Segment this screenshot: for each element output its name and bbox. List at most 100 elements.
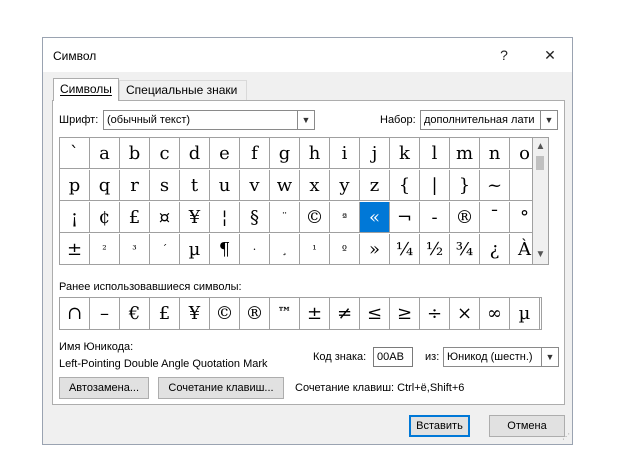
symbol-cell[interactable]: · (240, 234, 270, 265)
symbol-cell[interactable]: ¯ (480, 202, 510, 233)
symbol-cell[interactable]: h (300, 138, 330, 169)
recent-symbol-cell[interactable]: × (450, 298, 480, 329)
symbol-cell[interactable]: ¥ (180, 202, 210, 233)
symbol-cell[interactable]: ¤ (150, 202, 180, 233)
symbol-cell[interactable]: » (360, 234, 390, 265)
recent-symbol-cell[interactable]: – (90, 298, 120, 329)
grid-scrollbar[interactable]: ▲ ▼ (533, 137, 549, 265)
recent-symbol-cell[interactable]: ∞ (480, 298, 510, 329)
recent-symbol-cell[interactable]: ± (300, 298, 330, 329)
symbol-cell[interactable]: r (120, 170, 150, 201)
symbol-cell[interactable]: x (300, 170, 330, 201)
symbol-cell[interactable]: w (270, 170, 300, 201)
symbol-cell[interactable]: ¿ (480, 234, 510, 265)
symbol-cell[interactable]: q (90, 170, 120, 201)
symbol-cell[interactable]: ® (450, 202, 480, 233)
help-button[interactable]: ? (489, 42, 519, 68)
symbol-cell[interactable]: ª (330, 202, 360, 233)
symbol-cell[interactable]: ¹ (300, 234, 330, 265)
symbol-cell[interactable]: a (90, 138, 120, 169)
scroll-up-icon[interactable]: ▲ (533, 140, 548, 154)
symbol-cell[interactable]: ¢ (90, 202, 120, 233)
char-code-label: Код знака: (313, 351, 367, 363)
symbol-cell[interactable]: v (240, 170, 270, 201)
symbol-cell[interactable]: d (180, 138, 210, 169)
resize-grip-icon[interactable]: ⋰ (560, 432, 570, 442)
symbol-cell[interactable]: s (150, 170, 180, 201)
symbol-cell[interactable]: j (360, 138, 390, 169)
symbol-cell[interactable]: { (390, 170, 420, 201)
symbol-cell[interactable]: « (360, 202, 390, 233)
from-select[interactable]: Юникод (шестн.) ▼ (443, 347, 559, 367)
symbol-cell[interactable]: g (270, 138, 300, 169)
symbol-cell[interactable]: t (180, 170, 210, 201)
recent-symbol-cell[interactable]: ™ (270, 298, 300, 329)
recent-symbol-cell[interactable]: ∩ (60, 298, 90, 329)
recent-symbol-cell[interactable]: µ (510, 298, 540, 329)
symbol-cell[interactable]: u (210, 170, 240, 201)
symbol-cell[interactable]: £ (120, 202, 150, 233)
symbol-cell[interactable]: c (150, 138, 180, 169)
symbol-cell[interactable]: ½ (420, 234, 450, 265)
symbol-cell[interactable]: } (450, 170, 480, 201)
font-select[interactable]: (обычный текст) ▼ (103, 110, 315, 130)
symbol-cell[interactable]: i (330, 138, 360, 169)
symbol-cell[interactable]: ¶ (210, 234, 240, 265)
recent-symbol-cell[interactable]: € (120, 298, 150, 329)
symbol-cell[interactable]: ` (60, 138, 90, 169)
symbol-cell[interactable]: § (240, 202, 270, 233)
symbol-cell[interactable]: ¦ (210, 202, 240, 233)
symbol-cell[interactable]: µ (180, 234, 210, 265)
recent-symbol-cell[interactable]: ® (240, 298, 270, 329)
unicode-name-value: Left-Pointing Double Angle Quotation Mar… (59, 358, 268, 370)
symbol-cell[interactable]: ¸ (270, 234, 300, 265)
recent-symbol-cell[interactable]: ¥ (180, 298, 210, 329)
symbol-cell[interactable]: ¨ (270, 202, 300, 233)
cancel-button[interactable]: Отмена (489, 415, 565, 437)
shortcut-key-button[interactable]: Сочетание клавиш... (158, 377, 284, 399)
symbol-cell[interactable]: | (420, 170, 450, 201)
close-button[interactable]: ✕ (535, 42, 565, 68)
recent-symbol-cell[interactable]: £ (150, 298, 180, 329)
symbol-cell[interactable]: p (60, 170, 90, 201)
chevron-down-icon[interactable]: ▼ (541, 348, 558, 366)
symbol-cell[interactable]: f (240, 138, 270, 169)
tab-special-characters[interactable]: Специальные знаки (119, 80, 247, 100)
symbol-cell[interactable]: z (360, 170, 390, 201)
symbol-cell[interactable]: - (420, 202, 450, 233)
symbol-cell[interactable]: ´ (150, 234, 180, 265)
symbol-cell[interactable]: ³ (120, 234, 150, 265)
symbol-cell[interactable]: l (420, 138, 450, 169)
recent-symbol-cell[interactable]: ≥ (390, 298, 420, 329)
symbol-cell[interactable]: ¡ (60, 202, 90, 233)
symbol-cell[interactable]: ¾ (450, 234, 480, 265)
symbol-cell[interactable]: ~ (480, 170, 510, 201)
tab-symbols[interactable]: Символы (53, 78, 119, 101)
symbol-cell[interactable]: n (480, 138, 510, 169)
recent-symbol-cell[interactable]: © (210, 298, 240, 329)
symbol-cell[interactable]: y (330, 170, 360, 201)
char-code-input[interactable]: 00AB (373, 347, 413, 367)
recent-symbol-cell[interactable]: ≠ (330, 298, 360, 329)
insert-button[interactable]: Вставить (409, 415, 470, 437)
tab-symbols-label: Символы (60, 82, 112, 96)
symbol-cell[interactable]: b (120, 138, 150, 169)
symbol-cell[interactable]: © (300, 202, 330, 233)
symbol-cell[interactable]: k (390, 138, 420, 169)
symbol-cell[interactable]: ¬ (390, 202, 420, 233)
symbol-cell[interactable]: ² (90, 234, 120, 265)
subset-select[interactable]: дополнительная лати ▼ (420, 110, 558, 130)
chevron-down-icon[interactable]: ▼ (297, 111, 314, 129)
symbol-cell[interactable]: ¼ (390, 234, 420, 265)
dialog-title: Символ (53, 49, 97, 63)
chevron-down-icon[interactable]: ▼ (540, 111, 557, 129)
recent-symbol-cell[interactable]: ≤ (360, 298, 390, 329)
symbol-cell[interactable]: º (330, 234, 360, 265)
recent-symbol-cell[interactable]: ÷ (420, 298, 450, 329)
scroll-down-icon[interactable]: ▼ (533, 248, 548, 262)
symbol-cell[interactable]: m (450, 138, 480, 169)
symbol-cell[interactable]: e (210, 138, 240, 169)
scroll-thumb[interactable] (536, 156, 544, 170)
symbol-cell[interactable]: ± (60, 234, 90, 265)
autocorrect-button[interactable]: Автозамена... (59, 377, 149, 399)
